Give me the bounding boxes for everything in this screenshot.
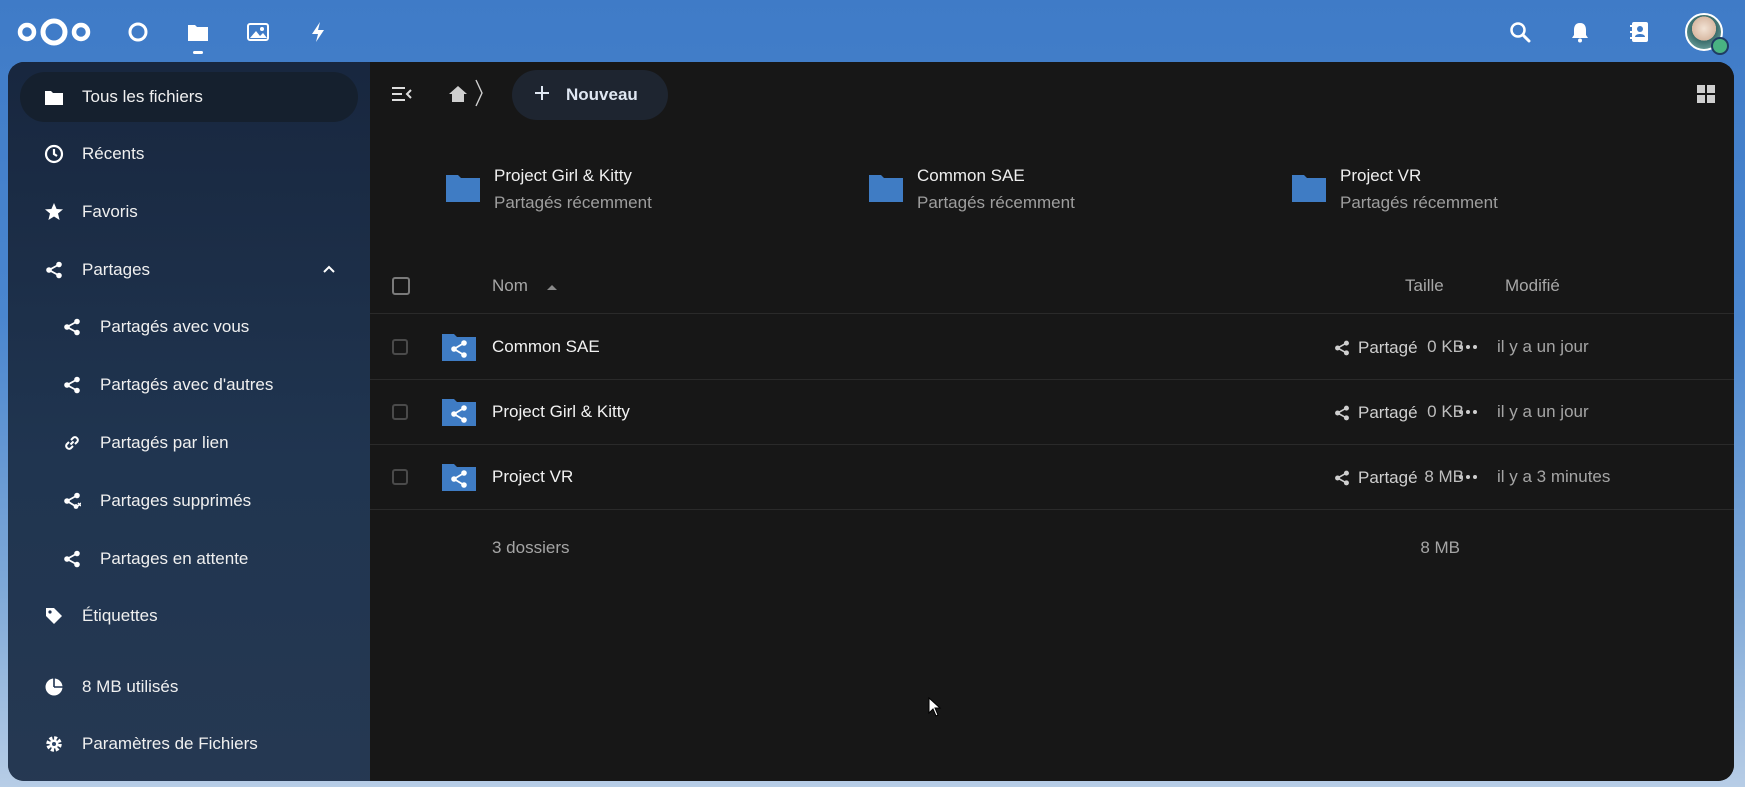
contacts-icon[interactable] — [1626, 18, 1654, 46]
photos-icon[interactable] — [244, 18, 272, 46]
column-modified[interactable]: Modifié — [1505, 276, 1560, 296]
share-deleted-icon — [62, 491, 82, 511]
nextcloud-logo[interactable] — [16, 16, 92, 48]
sidebar-item-all-files[interactable]: Tous les fichiers — [20, 72, 358, 122]
share-icon — [62, 375, 82, 395]
home-icon[interactable] — [446, 82, 470, 106]
file-list-area: Nouveau Project Girl & Kitty Partagés ré… — [370, 62, 1734, 781]
column-name[interactable]: Nom — [492, 276, 557, 296]
sidebar-item-pending-shares[interactable]: Partages en attente — [20, 534, 358, 584]
table-row[interactable]: Common SAE Partagé 0 KB il y a un jour — [370, 315, 1734, 380]
folder-icon — [1292, 175, 1326, 202]
share-icon — [44, 260, 64, 280]
status-online-indicator — [1711, 37, 1729, 55]
share-icon — [1335, 405, 1349, 421]
row-checkbox[interactable] — [392, 404, 408, 420]
share-icon — [1335, 470, 1349, 486]
folder-icon — [446, 175, 480, 202]
sort-asc-icon — [546, 284, 557, 290]
column-size[interactable]: Taille — [1405, 276, 1444, 296]
chevron-up-icon[interactable] — [322, 261, 336, 279]
mouse-cursor-icon — [928, 696, 942, 722]
folder-icon — [44, 87, 64, 107]
share-icon — [62, 317, 82, 337]
table-row[interactable]: Project Girl & Kitty Partagé 0 KB il y a… — [370, 380, 1734, 445]
select-all-checkbox[interactable] — [392, 277, 410, 295]
share-icon — [1335, 340, 1349, 356]
table-row[interactable]: Project VR Partagé 8 MB il y a 3 minutes — [370, 445, 1734, 510]
recent-item[interactable]: Project Girl & Kitty Partagés récemment — [446, 166, 652, 213]
files-settings[interactable]: Paramètres de Fichiers — [20, 719, 358, 769]
clock-icon — [44, 144, 64, 164]
sidebar-item-shared-with-you[interactable]: Partagés avec vous — [20, 302, 358, 352]
star-icon — [44, 202, 64, 222]
link-icon — [62, 433, 82, 453]
sidebar-item-tags[interactable]: Étiquettes — [20, 591, 358, 641]
recent-item[interactable]: Project VR Partagés récemment — [1292, 166, 1498, 213]
plus-icon — [534, 85, 550, 106]
table-header: Nom Taille Modifié — [370, 256, 1734, 314]
sidebar: Tous les fichiers Récents Favoris Partag… — [8, 62, 370, 781]
shared-folder-icon — [442, 334, 476, 361]
search-icon[interactable] — [1506, 18, 1534, 46]
grid-view-icon[interactable] — [1694, 82, 1718, 106]
summary-size: 8 MB — [1420, 538, 1460, 557]
tag-icon — [44, 606, 64, 626]
row-checkbox[interactable] — [392, 339, 408, 355]
folder-icon — [869, 175, 903, 202]
sidebar-item-favorites[interactable]: Favoris — [20, 187, 358, 237]
header — [0, 0, 1745, 62]
toggle-sidebar-icon[interactable] — [390, 82, 414, 106]
shared-folder-icon — [442, 399, 476, 426]
files-icon[interactable] — [184, 18, 212, 54]
row-checkbox[interactable] — [392, 469, 408, 485]
sidebar-item-deleted-shares[interactable]: Partages supprimés — [20, 476, 358, 526]
recent-item[interactable]: Common SAE Partagés récemment — [869, 166, 1075, 213]
breadcrumb-separator-icon — [472, 76, 486, 110]
app-panel: Tous les fichiers Récents Favoris Partag… — [8, 62, 1734, 781]
new-button[interactable]: Nouveau — [512, 70, 668, 120]
share-icon — [62, 549, 82, 569]
summary-count: 3 dossiers — [492, 538, 570, 557]
sidebar-item-shares[interactable]: Partages — [20, 245, 358, 295]
shared-folder-icon — [442, 464, 476, 491]
sidebar-item-recent[interactable]: Récents — [20, 129, 358, 179]
activity-icon[interactable] — [304, 18, 332, 46]
sidebar-item-shared-with-others[interactable]: Partagés avec d'autres — [20, 360, 358, 410]
gear-icon — [44, 734, 64, 754]
dashboard-icon[interactable] — [124, 18, 152, 46]
sidebar-item-shared-by-link[interactable]: Partagés par lien — [20, 418, 358, 468]
pie-chart-icon — [44, 677, 64, 697]
notifications-icon[interactable] — [1566, 18, 1594, 46]
storage-quota[interactable]: 8 MB utilisés — [20, 662, 358, 712]
